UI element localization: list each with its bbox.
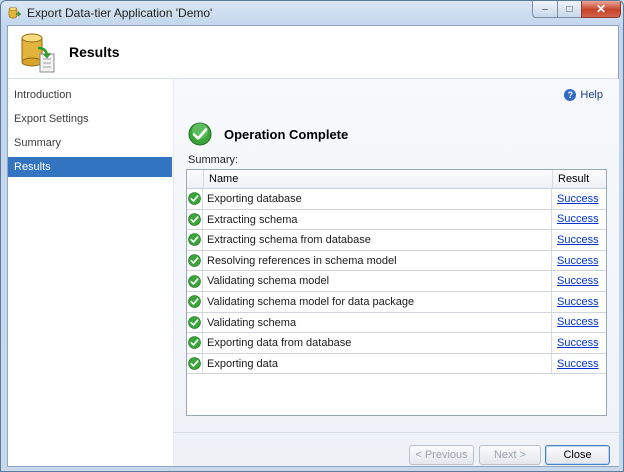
green-check-icon <box>188 122 212 146</box>
table-row[interactable]: Exporting database Success <box>187 189 606 210</box>
result-link[interactable]: Success <box>552 316 606 328</box>
wizard-header: Results <box>8 26 618 79</box>
results-table: Name Result Exporting database Success Ext… <box>186 169 607 416</box>
status-column-header[interactable] <box>187 170 204 188</box>
title-bar[interactable]: Export Data-tier Application 'Demo' ‒ □ … <box>1 1 623 25</box>
help-link[interactable]: ? Help <box>564 89 603 101</box>
nav-item-summary[interactable]: Summary <box>8 133 172 153</box>
next-button[interactable]: Next > <box>479 445 541 465</box>
step-name: Extracting schema from database <box>203 230 552 250</box>
green-check-icon <box>188 274 201 288</box>
window-title: Export Data-tier Application 'Demo' <box>27 6 213 20</box>
step-name: Extracting schema <box>203 209 552 230</box>
result-link[interactable]: Success <box>552 213 606 225</box>
step-name: Exporting data <box>203 353 552 374</box>
database-export-icon <box>21 33 55 73</box>
table-header: Name Result <box>187 170 606 189</box>
table-row[interactable]: Extracting schema Success <box>187 209 606 231</box>
status-cell <box>187 312 203 333</box>
step-name: Resolving references in schema model <box>203 250 552 271</box>
operation-title: Operation Complete <box>224 126 349 142</box>
wizard-nav: Introduction Export Settings Summary Res… <box>8 79 172 466</box>
export-wizard-window: Export Data-tier Application 'Demo' ‒ □ … <box>0 0 624 472</box>
green-check-icon <box>188 295 201 309</box>
status-cell <box>187 353 203 374</box>
table-row[interactable]: Validating schema model Success <box>187 271 606 292</box>
table-row[interactable]: Exporting data from database Success <box>187 333 606 354</box>
step-name: Exporting data from database <box>203 333 552 353</box>
footer-divider <box>174 432 619 433</box>
status-cell <box>187 189 203 209</box>
table-row[interactable]: Exporting data Success <box>187 353 606 375</box>
step-name: Exporting database <box>203 189 552 209</box>
status-cell <box>187 333 203 353</box>
wizard-client-area: Results Introduction Export Settings Sum… <box>7 25 619 467</box>
minimize-button[interactable]: ‒ <box>532 1 558 18</box>
green-check-icon <box>188 336 201 350</box>
previous-button[interactable]: < Previous <box>409 445 474 465</box>
table-row[interactable]: Resolving references in schema model Succ… <box>187 250 606 272</box>
green-check-icon <box>188 254 201 267</box>
table-row[interactable]: Validating schema model for data package… <box>187 291 606 313</box>
table-row[interactable]: Extracting schema from database Success <box>187 230 606 251</box>
help-icon: ? <box>564 89 577 101</box>
nav-item-results[interactable]: Results <box>8 157 172 177</box>
green-check-icon <box>188 213 201 226</box>
step-name: Validating schema model for data package <box>203 291 552 312</box>
status-cell <box>187 291 203 312</box>
results-panel: ? Help Operation Complete Summary: Name … <box>173 79 619 466</box>
result-link[interactable]: Success <box>552 255 606 267</box>
result-link[interactable]: Success <box>552 337 606 349</box>
result-column-header[interactable]: Result <box>553 170 606 188</box>
step-name: Validating schema model <box>203 271 552 291</box>
nav-item-export-settings[interactable]: Export Settings <box>8 109 172 129</box>
maximize-button[interactable]: □ <box>557 1 582 18</box>
result-link[interactable]: Success <box>552 193 606 205</box>
help-label: Help <box>580 89 603 101</box>
result-link[interactable]: Success <box>552 358 606 370</box>
close-window-button[interactable]: ✕ <box>581 1 621 18</box>
status-cell <box>187 250 203 271</box>
result-link[interactable]: Success <box>552 296 606 308</box>
close-button[interactable]: Close <box>545 445 610 465</box>
database-export-icon <box>8 7 21 19</box>
green-check-icon <box>188 316 201 329</box>
green-check-icon <box>188 233 201 247</box>
green-check-icon <box>188 192 201 206</box>
status-cell <box>187 271 203 291</box>
result-link[interactable]: Success <box>552 234 606 246</box>
name-column-header[interactable]: Name <box>204 170 553 188</box>
status-cell <box>187 209 203 230</box>
step-name: Validating schema <box>203 312 552 333</box>
table-row[interactable]: Validating schema Success <box>187 312 606 334</box>
status-cell <box>187 230 203 250</box>
nav-item-introduction[interactable]: Introduction <box>8 85 172 105</box>
green-check-icon <box>188 357 201 370</box>
operation-status: Operation Complete <box>188 122 348 146</box>
result-link[interactable]: Success <box>552 275 606 287</box>
summary-label: Summary: <box>188 154 239 166</box>
page-title: Results <box>69 44 120 60</box>
